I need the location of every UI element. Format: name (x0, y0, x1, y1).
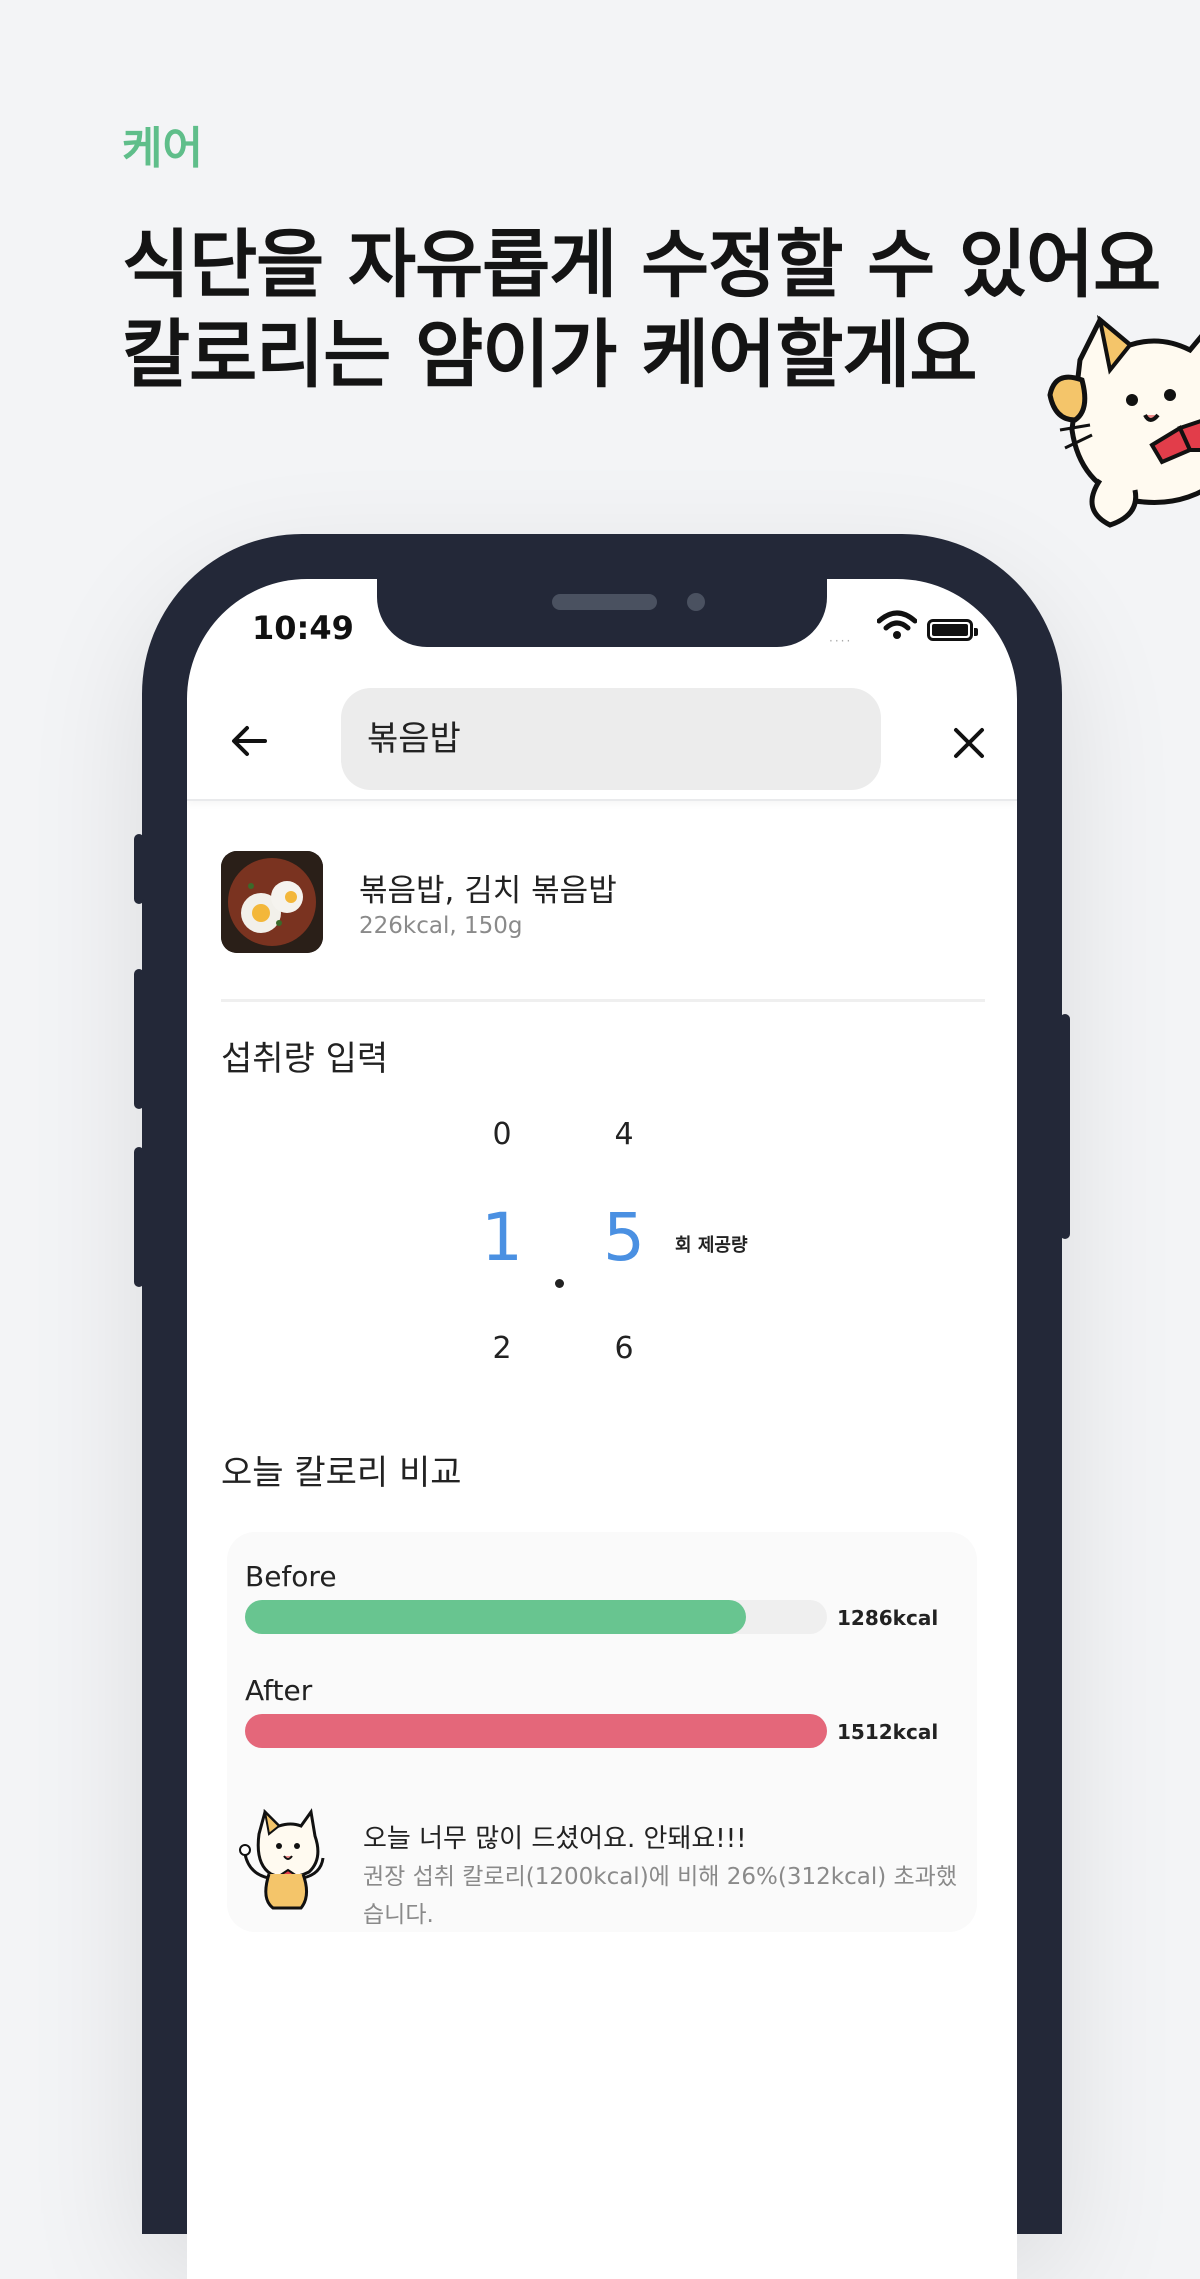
after-label: After (245, 1674, 313, 1707)
integer-option-below[interactable]: 2 (472, 1331, 532, 1366)
search-header: 볶음밥 (187, 679, 1017, 801)
signal-indicator: ···· (829, 634, 853, 648)
serving-unit: 회 제공량 (675, 1235, 748, 1256)
warning-body: 권장 섭취 칼로리(1200kcal)에 비해 26%(312kcal) 초과했… (363, 1864, 957, 1928)
food-detail: 226kcal, 150g (359, 913, 523, 939)
calorie-compare-card: Before 1286kcal After 1512kcal 오늘 너무 많이 … (227, 1532, 977, 1932)
decimal-option-below[interactable]: 6 (594, 1331, 654, 1366)
close-icon[interactable] (949, 723, 989, 763)
phone-screen: 10:49 ···· 볶음밥 볶음밥, 김치 볶음밥 226kcal, 150g… (187, 579, 1017, 2279)
food-item[interactable]: 볶음밥, 김치 볶음밥 226kcal, 150g (221, 851, 985, 955)
divider (221, 999, 985, 1002)
warning-title: 오늘 너무 많이 드셨어요. 안돼요!!! (363, 1824, 747, 1854)
after-value: 1512kcal (837, 1720, 939, 1744)
integer-option-above[interactable]: 0 (472, 1117, 532, 1152)
compare-title: 오늘 칼로리 비교 (221, 1453, 462, 1493)
search-input[interactable]: 볶음밥 (341, 688, 881, 790)
battery-icon (927, 619, 978, 641)
headline-line-1: 식단을 자유롭게 수정할 수 있어요 (122, 222, 1161, 308)
cat-mascot-icon (1047, 314, 1200, 528)
status-time: 10:49 (252, 609, 354, 647)
phone-frame: 10:49 ···· 볶음밥 볶음밥, 김치 볶음밥 226kcal, 150g… (134, 534, 1070, 2279)
decimal-selected[interactable]: 5 (584, 1199, 664, 1276)
intake-title: 섭취량 입력 (221, 1039, 389, 1079)
before-bar-fill (245, 1600, 746, 1634)
after-bar-fill (245, 1714, 827, 1748)
headline-line-2: 칼로리는 얌이가 케어할게요 (122, 312, 977, 398)
decimal-option-above[interactable]: 4 (594, 1117, 654, 1152)
before-label: Before (245, 1560, 337, 1593)
food-name: 볶음밥, 김치 볶음밥 (359, 873, 617, 909)
integer-selected[interactable]: 1 (462, 1199, 542, 1276)
wifi-icon (877, 610, 917, 639)
back-arrow-icon[interactable] (227, 719, 271, 763)
headline: 식단을 자유롭게 수정할 수 있어요 칼로리는 얌이가 케어할게요 (122, 220, 1161, 400)
decimal-separator (555, 1279, 564, 1288)
after-bar-track (245, 1714, 827, 1748)
food-thumbnail (221, 851, 323, 953)
notch (377, 579, 827, 647)
before-bar-track (245, 1600, 827, 1634)
before-value: 1286kcal (837, 1606, 939, 1630)
cat-mascot-icon (239, 1808, 325, 1910)
eyebrow-label: 케어 (122, 123, 203, 174)
